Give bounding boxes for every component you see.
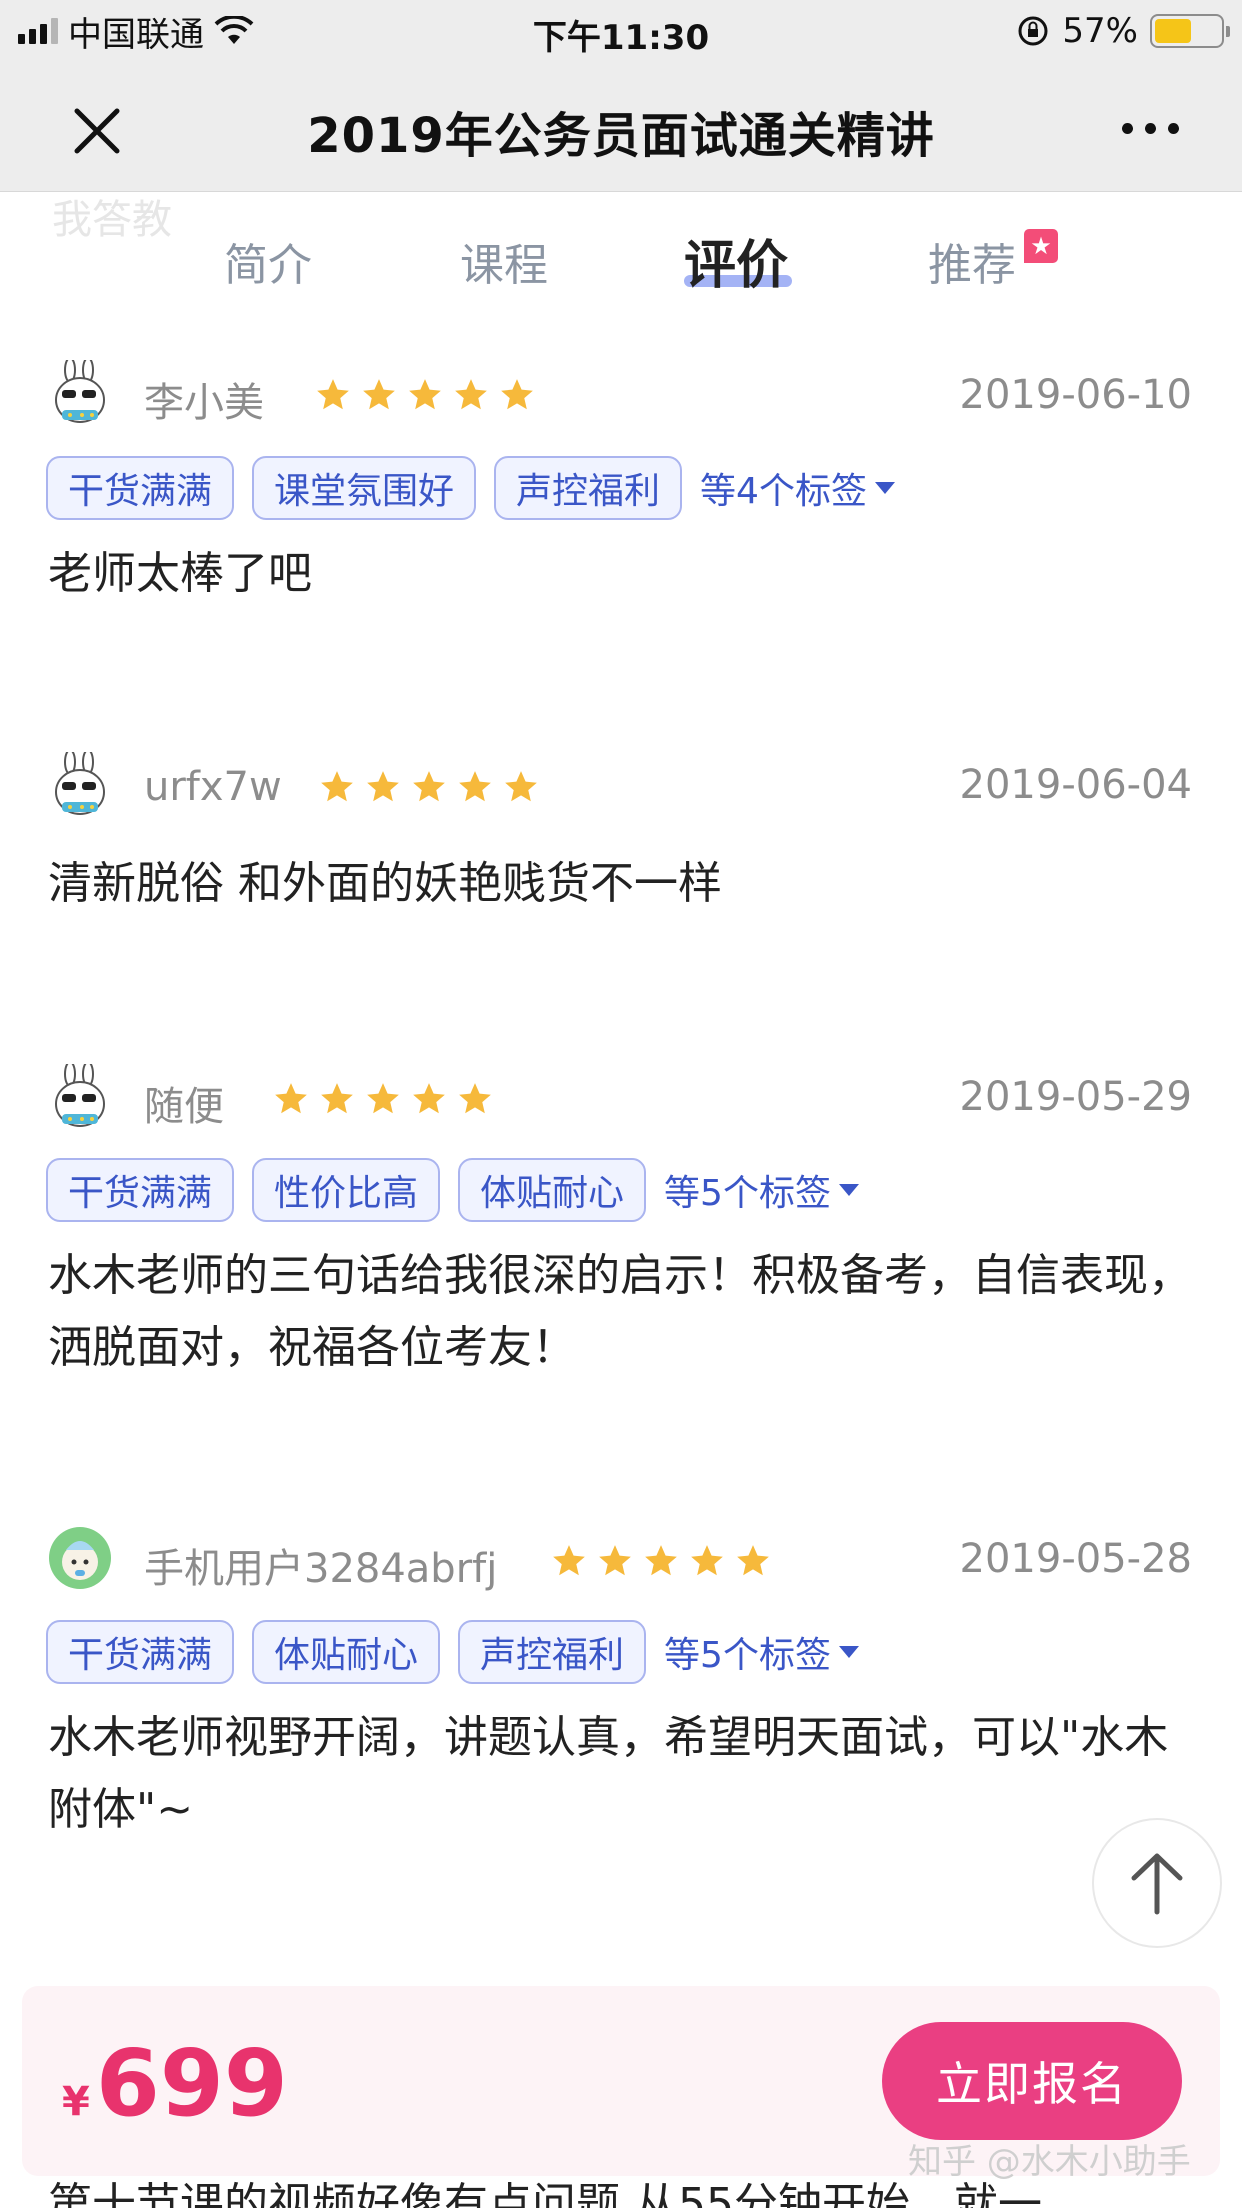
star-icon	[501, 379, 533, 410]
review-tag[interactable]: 干货满满	[46, 1620, 235, 1684]
enroll-button[interactable]: 立即报名	[882, 2022, 1182, 2140]
tab-intro[interactable]: 简介	[224, 229, 312, 293]
review-tag[interactable]: 体贴耐心	[458, 1158, 647, 1222]
caret-down-icon	[838, 1184, 859, 1196]
review-tag[interactable]: 性价比高	[252, 1158, 441, 1222]
star-icon	[455, 379, 487, 410]
star-icon	[691, 1545, 723, 1576]
more-options-button[interactable]	[1110, 108, 1190, 148]
battery-icon	[1150, 14, 1230, 48]
more-tags-label: 等5个标签	[664, 1173, 831, 1214]
arrow-up-icon	[1131, 1853, 1183, 1915]
star-rating	[272, 1080, 494, 1118]
review-date: 2019-05-28	[959, 1536, 1192, 1582]
review-text: 清新脱俗 和外面的妖艳贱货不一样	[48, 858, 722, 909]
avatar	[55, 360, 105, 423]
star-icon	[459, 771, 491, 802]
more-tags-label: 等5个标签	[664, 1635, 831, 1676]
username[interactable]: 手机用户3284abrfj	[144, 1536, 497, 1594]
price-amount: 699	[95, 2030, 288, 2137]
star-icon: ★	[1024, 229, 1058, 263]
review-tag[interactable]: 干货满满	[46, 456, 235, 520]
star-icon	[367, 771, 399, 802]
watermark: 知乎 @水木小助手	[908, 2142, 1191, 2182]
avatar	[55, 752, 105, 815]
more-tags-toggle[interactable]: 等5个标签	[664, 1164, 859, 1216]
scroll-to-top-button[interactable]	[1092, 1818, 1222, 1948]
review-date: 2019-05-29	[959, 1074, 1192, 1120]
tag-row: 干货满满 性价比高 体贴耐心 等5个标签	[46, 1158, 859, 1222]
review-text: 水木老师的三句话给我很深的启示！积极备考，自信表现，洒脱面对，祝福各位考友！	[48, 1250, 1192, 1373]
dot-icon	[1121, 122, 1133, 134]
caret-down-icon	[874, 482, 895, 494]
review-date: 2019-06-04	[959, 762, 1192, 808]
review-tag[interactable]: 体贴耐心	[252, 1620, 441, 1684]
star-icon	[599, 1545, 631, 1576]
dot-icon	[1144, 122, 1156, 134]
tag-row: 干货满满 课堂氛围好 声控福利 等4个标签	[46, 456, 895, 520]
status-bar: 中国联通 下午11:30 57%	[0, 0, 1242, 60]
tag-row: 干货满满 体贴耐心 声控福利 等5个标签	[46, 1620, 859, 1684]
battery-fill	[1155, 19, 1192, 43]
tab-reviews[interactable]: 评价	[684, 223, 788, 298]
star-rating	[550, 1542, 772, 1580]
rotation-lock-icon	[1018, 16, 1048, 46]
review-tag[interactable]: 课堂氛围好	[252, 456, 477, 520]
star-rating	[318, 768, 540, 806]
star-icon	[321, 1083, 353, 1114]
star-icon	[553, 1545, 585, 1576]
more-tags-toggle[interactable]: 等4个标签	[700, 462, 895, 514]
price: ¥ 699	[62, 2030, 288, 2137]
currency-symbol: ¥	[62, 2079, 90, 2125]
star-icon	[645, 1545, 677, 1576]
nav-bar: 2019年公务员面试通关精讲	[0, 60, 1242, 192]
dot-icon	[1167, 122, 1179, 134]
star-icon	[413, 771, 445, 802]
avatar	[55, 1064, 105, 1127]
tab-recommend[interactable]: 推荐	[928, 229, 1016, 293]
star-icon	[317, 379, 349, 410]
star-icon	[363, 379, 395, 410]
star-icon	[737, 1545, 769, 1576]
page-title: 2019年公务员面试通关精讲	[307, 108, 935, 164]
scrolled-text-ghost: 我答教	[52, 197, 172, 243]
review-text: 水木老师视野开阔，讲题认真，希望明天面试，可以"水木附体"~	[48, 1712, 1169, 1835]
star-icon	[275, 1083, 307, 1114]
more-tags-toggle[interactable]: 等5个标签	[664, 1626, 859, 1678]
caret-down-icon	[838, 1646, 859, 1658]
review-tag[interactable]: 干货满满	[46, 1158, 235, 1222]
star-rating	[314, 376, 536, 414]
star-icon	[505, 771, 537, 802]
star-icon	[413, 1083, 445, 1114]
star-icon	[409, 379, 441, 410]
more-tags-label: 等4个标签	[700, 471, 867, 512]
review-tag[interactable]: 声控福利	[458, 1620, 647, 1684]
username[interactable]: 李小美	[144, 370, 264, 428]
review-tag[interactable]: 声控福利	[494, 456, 683, 520]
tab-course[interactable]: 课程	[460, 229, 548, 293]
status-right: 57%	[1016, 11, 1230, 51]
battery-percent: 57%	[1062, 11, 1138, 51]
star-icon	[459, 1083, 491, 1114]
username[interactable]: urfx7w	[144, 764, 282, 810]
star-icon	[321, 771, 353, 802]
tab-bar: 我答教 简介 课程 评价 推荐 ★	[0, 193, 1242, 323]
star-icon	[367, 1083, 399, 1114]
review-date: 2019-06-10	[959, 372, 1192, 418]
username[interactable]: 随便	[144, 1074, 224, 1132]
review-text: 老师太棒了吧	[48, 548, 312, 599]
avatar	[49, 1527, 111, 1589]
